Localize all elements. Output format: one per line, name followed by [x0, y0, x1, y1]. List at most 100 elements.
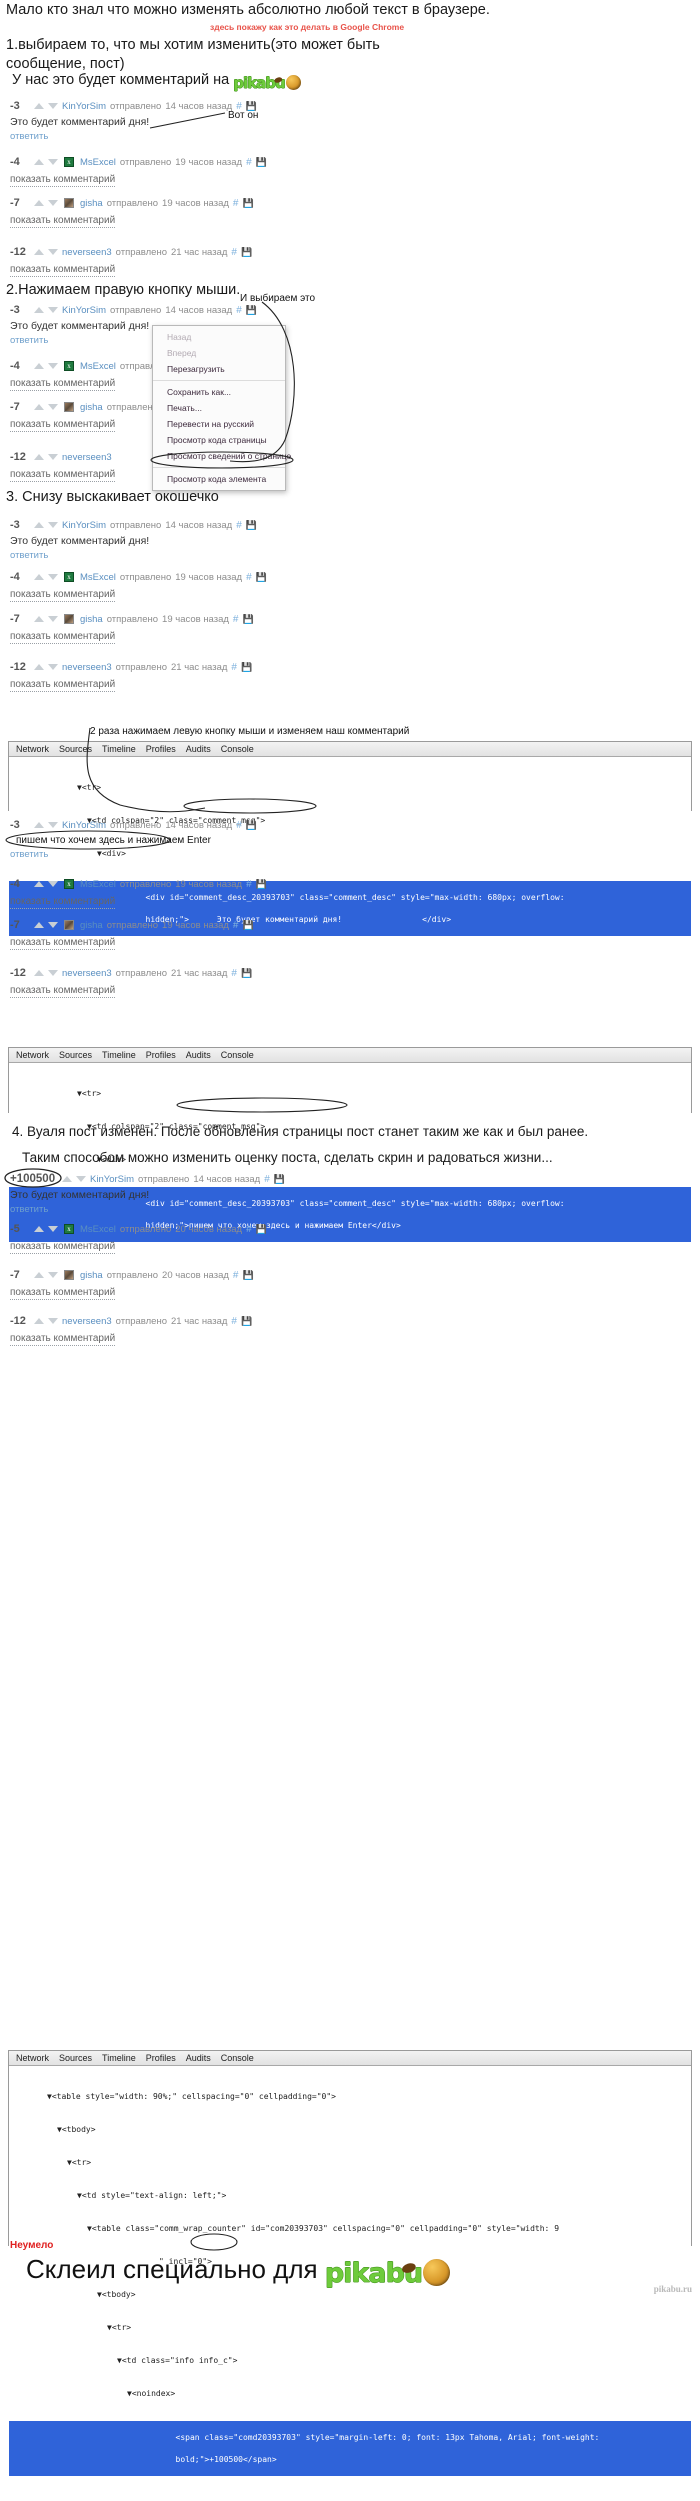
dom-line[interactable]: ▼<table style="width: 90%;" cellspacing=… — [9, 2091, 691, 2102]
tab-timeline[interactable]: Timeline — [102, 2053, 136, 2063]
save-icon[interactable]: 💾 — [256, 1224, 267, 1235]
comment-username[interactable]: neverseen3 — [62, 1316, 112, 1327]
comment-username[interactable]: KinYorSim — [62, 101, 106, 112]
upvote-icon[interactable] — [34, 307, 44, 313]
downvote-icon[interactable] — [48, 1226, 58, 1232]
save-icon[interactable]: 💾 — [242, 920, 253, 931]
downvote-icon[interactable] — [48, 404, 58, 410]
upvote-icon[interactable] — [34, 159, 44, 165]
permalink-icon[interactable]: # — [231, 1316, 237, 1327]
show-comment-link[interactable]: показать комментарий — [10, 419, 116, 432]
context-menu-item-back[interactable]: Назад — [153, 329, 285, 345]
comment-username[interactable]: neverseen3 — [62, 662, 112, 673]
upvote-icon[interactable] — [34, 454, 44, 460]
downvote-icon[interactable] — [48, 664, 58, 670]
show-comment-link[interactable]: показать комментарий — [10, 679, 116, 692]
upvote-icon[interactable] — [34, 103, 44, 109]
show-comment-link[interactable]: показать комментарий — [10, 589, 116, 602]
tab-sources[interactable]: Sources — [59, 744, 92, 754]
comment-username[interactable]: gisha — [80, 614, 103, 625]
show-comment-link[interactable]: показать комментарий — [10, 1241, 116, 1254]
context-menu-item-translate[interactable]: Перевести на русский — [153, 416, 285, 432]
permalink-icon[interactable]: # — [233, 614, 239, 625]
upvote-icon[interactable] — [34, 881, 44, 887]
permalink-icon[interactable]: # — [233, 1270, 239, 1281]
devtools-panel-2[interactable]: Network Sources Timeline Profiles Audits… — [8, 1047, 692, 1267]
save-icon[interactable]: 💾 — [242, 1270, 253, 1281]
upvote-icon[interactable] — [34, 522, 44, 528]
dom-line[interactable]: ▼<tr> — [9, 782, 691, 793]
downvote-icon[interactable] — [48, 363, 58, 369]
upvote-icon[interactable] — [34, 1318, 44, 1324]
permalink-icon[interactable]: # — [231, 968, 237, 979]
dom-line[interactable]: ▼<td style="text-align: left;"> — [9, 2190, 691, 2201]
tab-network[interactable]: Network — [16, 2053, 49, 2063]
tab-network[interactable]: Network — [16, 1050, 49, 1060]
reply-link[interactable]: ответить — [10, 131, 257, 142]
save-icon[interactable]: 💾 — [241, 247, 252, 258]
permalink-icon[interactable]: # — [233, 920, 239, 931]
permalink-icon[interactable]: # — [246, 572, 252, 583]
context-menu-item-reload[interactable]: Перезагрузить — [153, 361, 285, 377]
comment-username[interactable]: KinYorSim — [90, 1174, 134, 1185]
downvote-icon[interactable] — [48, 822, 58, 828]
permalink-icon[interactable]: # — [246, 1224, 252, 1235]
downvote-icon[interactable] — [48, 1272, 58, 1278]
save-icon[interactable]: 💾 — [242, 614, 253, 625]
context-menu-item-view-source[interactable]: Просмотр кода страницы — [153, 432, 285, 448]
devtools-tabbar[interactable]: Network Sources Timeline Profiles Audits… — [9, 2051, 691, 2066]
tab-sources[interactable]: Sources — [59, 1050, 92, 1060]
upvote-icon[interactable] — [34, 574, 44, 580]
comment-username[interactable]: KinYorSim — [62, 820, 106, 831]
tab-audits[interactable]: Audits — [186, 744, 211, 754]
show-comment-link[interactable]: показать комментарий — [10, 1333, 116, 1346]
save-icon[interactable]: 💾 — [241, 662, 252, 673]
dom-line[interactable]: ▼<td class="info info_c"> — [9, 2355, 691, 2366]
dom-line[interactable]: ▼<table class="comm_wrap_counter" id="co… — [9, 2223, 691, 2234]
comment-username[interactable]: neverseen3 — [62, 247, 112, 258]
save-icon[interactable]: 💾 — [246, 520, 257, 531]
show-comment-link[interactable]: показать комментарий — [10, 264, 116, 277]
upvote-icon[interactable] — [34, 200, 44, 206]
permalink-icon[interactable]: # — [233, 198, 239, 209]
save-icon[interactable]: 💾 — [241, 968, 252, 979]
dom-text-node-score[interactable]: +100500 — [209, 2455, 243, 2464]
dom-line-selected[interactable]: <span class="comd20393703" style="margin… — [9, 2421, 691, 2476]
dom-line[interactable]: ▼<tr> — [9, 2157, 691, 2168]
comment-username[interactable]: MsExcel — [80, 1224, 116, 1235]
downvote-icon[interactable] — [48, 159, 58, 165]
comment-username[interactable]: gisha — [80, 198, 103, 209]
downvote-icon[interactable] — [48, 454, 58, 460]
downvote-icon[interactable] — [48, 200, 58, 206]
upvote-icon[interactable] — [34, 1272, 44, 1278]
downvote-icon[interactable] — [48, 522, 58, 528]
dom-line[interactable]: ▼<tbody> — [9, 2124, 691, 2135]
permalink-icon[interactable]: # — [236, 820, 242, 831]
show-comment-link[interactable]: показать комментарий — [10, 215, 116, 228]
show-comment-link[interactable]: показать комментарий — [10, 937, 116, 950]
upvote-icon[interactable] — [34, 1226, 44, 1232]
show-comment-link[interactable]: показать комментарий — [10, 469, 116, 482]
comment-username[interactable]: gisha — [80, 402, 103, 413]
comment-username[interactable]: KinYorSim — [62, 305, 106, 316]
dom-line[interactable]: ▼<tr> — [9, 2322, 691, 2333]
save-icon[interactable]: 💾 — [256, 572, 267, 583]
permalink-icon[interactable]: # — [246, 879, 252, 890]
dom-line[interactable]: ▼<tbody> — [9, 2289, 691, 2300]
downvote-icon[interactable] — [48, 103, 58, 109]
downvote-icon[interactable] — [48, 574, 58, 580]
context-menu[interactable]: Назад Вперед Перезагрузить Сохранить как… — [152, 325, 291, 491]
tab-profiles[interactable]: Profiles — [146, 1050, 176, 1060]
dom-line[interactable]: ▼<tr> — [9, 1088, 691, 1099]
dom-line[interactable]: ▼<noindex> — [9, 2388, 691, 2399]
context-menu-item-inspect[interactable]: Просмотр кода элемента — [153, 471, 285, 487]
downvote-icon[interactable] — [48, 881, 58, 887]
comment-username[interactable]: neverseen3 — [62, 452, 112, 463]
comment-username[interactable]: gisha — [80, 920, 103, 931]
tab-sources[interactable]: Sources — [59, 2053, 92, 2063]
tab-profiles[interactable]: Profiles — [146, 2053, 176, 2063]
tab-audits[interactable]: Audits — [186, 2053, 211, 2063]
save-icon[interactable]: 💾 — [256, 157, 267, 168]
comment-username[interactable]: gisha — [80, 1270, 103, 1281]
downvote-icon[interactable] — [48, 616, 58, 622]
